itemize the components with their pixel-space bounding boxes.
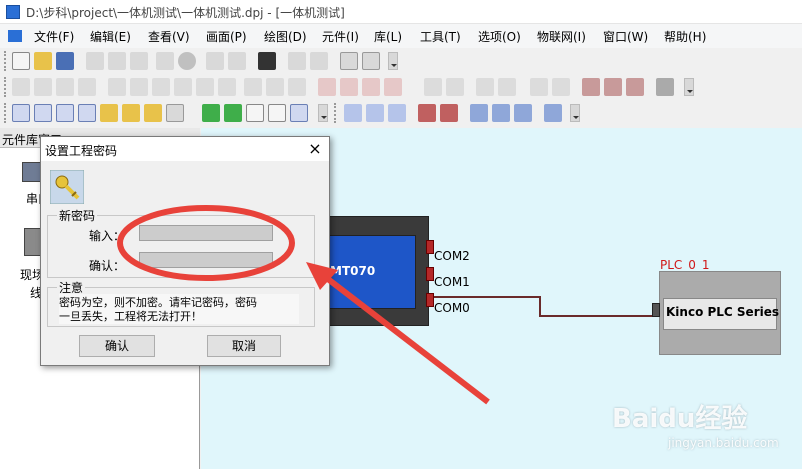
- ok-button[interactable]: 确认: [79, 335, 155, 357]
- note-text-2: 一旦丢失，工程将无法打开！: [59, 308, 299, 324]
- plc-device[interactable]: Kinco PLC Series: [659, 271, 781, 355]
- confirm-label: 确认：: [89, 259, 126, 273]
- key-icon: [50, 170, 84, 204]
- set-password-dialog: 设置工程密码 × 新密码 输入： 确认： 注意 密码为空，则不加密。请牢记密码，…: [40, 136, 330, 366]
- confirm-password-input[interactable]: [139, 252, 273, 268]
- close-icon[interactable]: ×: [305, 139, 325, 159]
- new-password-legend: 新密码: [57, 207, 98, 224]
- plc-port[interactable]: [652, 303, 660, 317]
- watermark-url: jingyan.baidu.com: [668, 436, 779, 450]
- dialog-title: 设置工程密码: [45, 144, 118, 158]
- cancel-button[interactable]: 取消: [207, 335, 281, 357]
- dialog-title-bar: 设置工程密码 ×: [41, 137, 329, 161]
- watermark-logo: Baidu经验: [612, 404, 748, 434]
- plc-id-label: PLC_0_1: [660, 258, 710, 272]
- input-label: 输入：: [89, 229, 126, 243]
- plc-name: Kinco PLC Series: [666, 305, 780, 319]
- password-input[interactable]: [139, 225, 273, 241]
- plc-body: Kinco PLC Series: [663, 298, 780, 330]
